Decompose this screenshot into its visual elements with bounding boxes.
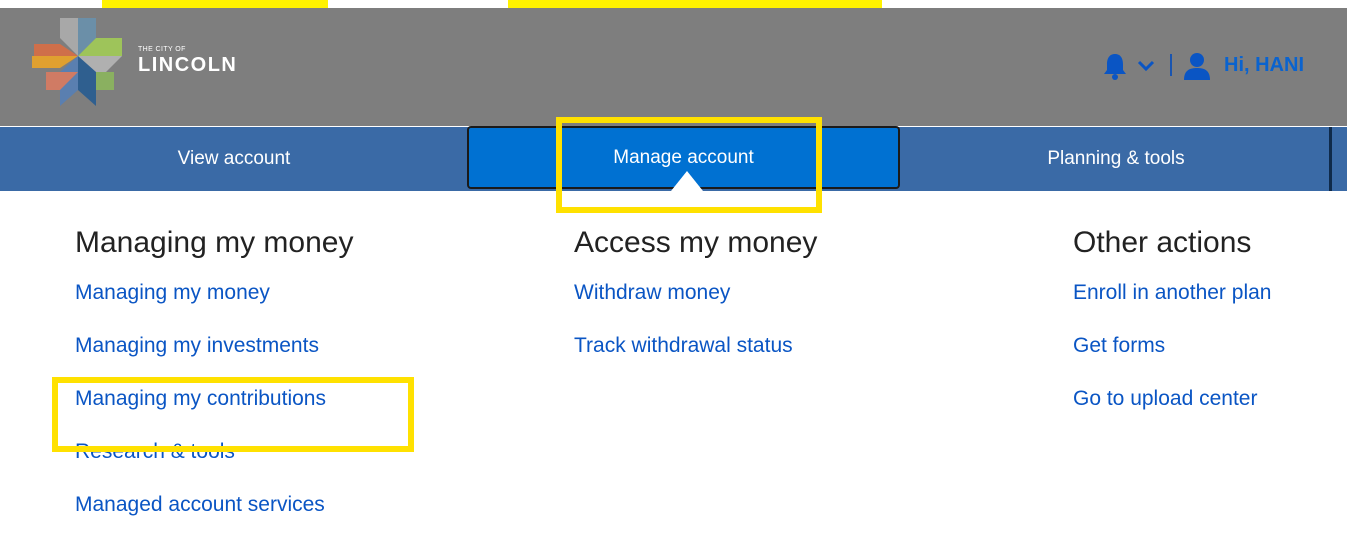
highlight-strip-left [102, 0, 328, 8]
tab-view-account[interactable]: View account [0, 127, 468, 191]
user-greeting[interactable]: Hi, HANI [1224, 54, 1304, 77]
brand-name[interactable]: THE CITY OF LINCOLN [138, 46, 237, 76]
menu-column-access-money: Access my money Withdraw money Track wit… [574, 224, 817, 386]
header-divider [1170, 54, 1172, 76]
link-managing-my-money[interactable]: Managing my money [75, 280, 353, 333]
bell-icon[interactable] [1102, 52, 1128, 80]
link-managed-account-services[interactable]: Managed account services [75, 492, 353, 545]
brand-main-text: LINCOLN [138, 54, 238, 76]
column-title: Managing my money [75, 226, 354, 259]
city-logo-icon[interactable] [26, 10, 130, 114]
column-title: Access my money [574, 226, 818, 259]
tab-planning-tools[interactable]: Planning & tools [902, 127, 1330, 191]
chevron-down-icon[interactable] [1137, 60, 1155, 72]
link-get-forms[interactable]: Get forms [1073, 333, 1271, 386]
site-header: THE CITY OF LINCOLN Hi, HANI [0, 8, 1347, 126]
link-enroll-another-plan[interactable]: Enroll in another plan [1073, 280, 1271, 333]
user-icon[interactable] [1182, 52, 1212, 80]
highlight-strip-right [508, 0, 882, 8]
column-title: Other actions [1073, 226, 1252, 259]
link-upload-center[interactable]: Go to upload center [1073, 386, 1271, 439]
link-withdraw-money[interactable]: Withdraw money [574, 280, 817, 333]
highlight-box-manage-account [556, 117, 822, 213]
highlight-box-contributions [52, 377, 414, 452]
nav-divider [1329, 127, 1332, 191]
link-track-withdrawal-status[interactable]: Track withdrawal status [574, 333, 817, 386]
menu-column-other-actions: Other actions Enroll in another plan Get… [1073, 224, 1271, 439]
brand-small-text: THE CITY OF [138, 46, 186, 53]
